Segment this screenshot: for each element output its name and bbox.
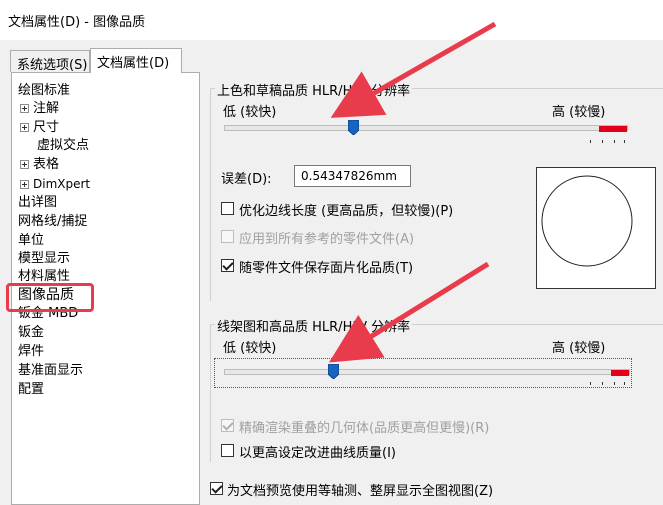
tab-system-options[interactable]: 系统选项(S) <box>10 50 90 73</box>
tree-item-label: 尺寸 <box>33 120 60 135</box>
tree-item-label: 网格线/捕捉 <box>18 214 88 229</box>
preview-circle-icon <box>541 175 633 267</box>
precise-render-label: 精确渲染重叠的几何体(品质更高但更慢)(R) <box>239 421 490 436</box>
expand-icon[interactable] <box>20 180 29 189</box>
tree-item-label: 焊件 <box>18 344 45 359</box>
deviation-input[interactable]: 0.54347826mm <box>294 165 411 187</box>
tree-item-label: 材料属性 <box>18 269 71 284</box>
tree-item-label: 基准面显示 <box>18 363 84 378</box>
tab-label: 系统选项(S) <box>17 58 88 73</box>
shaded-quality-slider-track[interactable] <box>224 125 628 132</box>
tree-item-sheet-metal[interactable]: 钣金 <box>18 324 44 342</box>
wireframe-quality-slider-thumb[interactable] <box>328 364 340 379</box>
shaded-quality-group-title: 上色和草稿品质 HLR/HLV 分辨率 <box>215 80 413 99</box>
slider-ticks <box>586 382 626 386</box>
tree-item-label: 配置 <box>18 382 45 397</box>
precise-render-checkbox[interactable] <box>221 419 234 432</box>
document-preview-checkbox[interactable] <box>210 482 223 495</box>
document-preview-label: 为文档预览使用等轴测、整屏显示全图视图(Z) <box>227 484 494 499</box>
tree-item-label: DimXpert <box>33 177 91 191</box>
window-title: 文档属性(D) - 图像品质 <box>8 15 146 30</box>
tab-label: 文档属性(D) <box>97 56 170 71</box>
save-tessellation-checkbox[interactable] <box>221 259 234 272</box>
tree-item-grid-snap[interactable]: 网格线/捕捉 <box>18 213 87 231</box>
tree-item-label: 出详图 <box>18 195 58 210</box>
wireframe-high-label: 高 (较慢) <box>552 341 606 356</box>
tree-item-drafting-standard[interactable]: 绘图标准 <box>18 82 70 100</box>
tree-item-detailing[interactable]: 出详图 <box>18 194 57 212</box>
optimize-edge-label: 优化边线长度 (更高品质，但较慢)(P) <box>239 204 454 219</box>
improve-curve-label: 以更高设定改进曲线质量(I) <box>239 446 396 461</box>
optimize-edge-checkbox[interactable] <box>221 202 234 215</box>
tree-item-weldments[interactable]: 焊件 <box>18 343 44 361</box>
apply-all-checkbox[interactable] <box>221 230 234 243</box>
shaded-quality-slider-thumb[interactable] <box>347 120 359 135</box>
tree-item-label: 注解 <box>33 101 60 116</box>
tree-item-tables[interactable]: 表格 <box>20 156 59 174</box>
tree-item-label: 表格 <box>33 157 60 172</box>
tree-item-dimxpert[interactable]: DimXpert <box>20 175 90 193</box>
tree-item-annotations[interactable]: 注解 <box>20 100 59 118</box>
slider-high-segment <box>611 370 629 376</box>
tree-item-label: 单位 <box>18 233 45 248</box>
improve-curve-checkbox[interactable] <box>221 444 234 457</box>
expand-icon[interactable] <box>20 104 29 113</box>
window-title-bar: 文档属性(D) - 图像品质 <box>0 0 663 40</box>
tessellation-preview <box>536 167 656 289</box>
expand-icon[interactable] <box>20 160 29 169</box>
tree-item-label: 钣金 <box>18 325 45 340</box>
tree-item-units[interactable]: 单位 <box>18 232 44 250</box>
tree-item-dimensions[interactable]: 尺寸 <box>20 119 59 137</box>
tab-document-properties[interactable]: 文档属性(D) <box>90 48 182 73</box>
tree-item-label: 绘图标准 <box>18 83 71 98</box>
wireframe-quality-slider-track[interactable] <box>224 369 630 376</box>
shaded-high-label: 高 (较慢) <box>552 105 606 120</box>
image-quality-panel: 上色和草稿品质 HLR/HLV 分辨率 低 (较快) 高 (较慢) 误差(D):… <box>206 72 663 505</box>
deviation-value: 0.54347826mm <box>301 169 397 183</box>
tree-item-configurations[interactable]: 配置 <box>18 381 44 399</box>
slider-high-segment <box>599 126 627 132</box>
wireframe-quality-group-title: 线架图和高品质 HLR/HLV 分辨率 <box>215 316 413 335</box>
tree-item-plane-display[interactable]: 基准面显示 <box>18 362 83 380</box>
deviation-label: 误差(D): <box>221 172 272 187</box>
save-tessellation-label: 随零件文件保存面片化品质(T) <box>239 261 414 276</box>
tree-item-label: 模型显示 <box>18 251 71 266</box>
apply-all-label: 应用到所有参考的零件文件(A) <box>239 232 415 247</box>
wireframe-low-label: 低 (较快) <box>223 341 277 356</box>
annotation-highlight-box <box>6 283 94 312</box>
tree-item-label: 虚拟交点 <box>37 138 90 153</box>
shaded-low-label: 低 (较快) <box>223 105 277 120</box>
tree-item-model-display[interactable]: 模型显示 <box>18 250 70 268</box>
tree-item-virtual-sharps[interactable]: 虚拟交点 <box>37 137 89 155</box>
slider-ticks <box>586 140 626 144</box>
expand-icon[interactable] <box>20 123 29 132</box>
